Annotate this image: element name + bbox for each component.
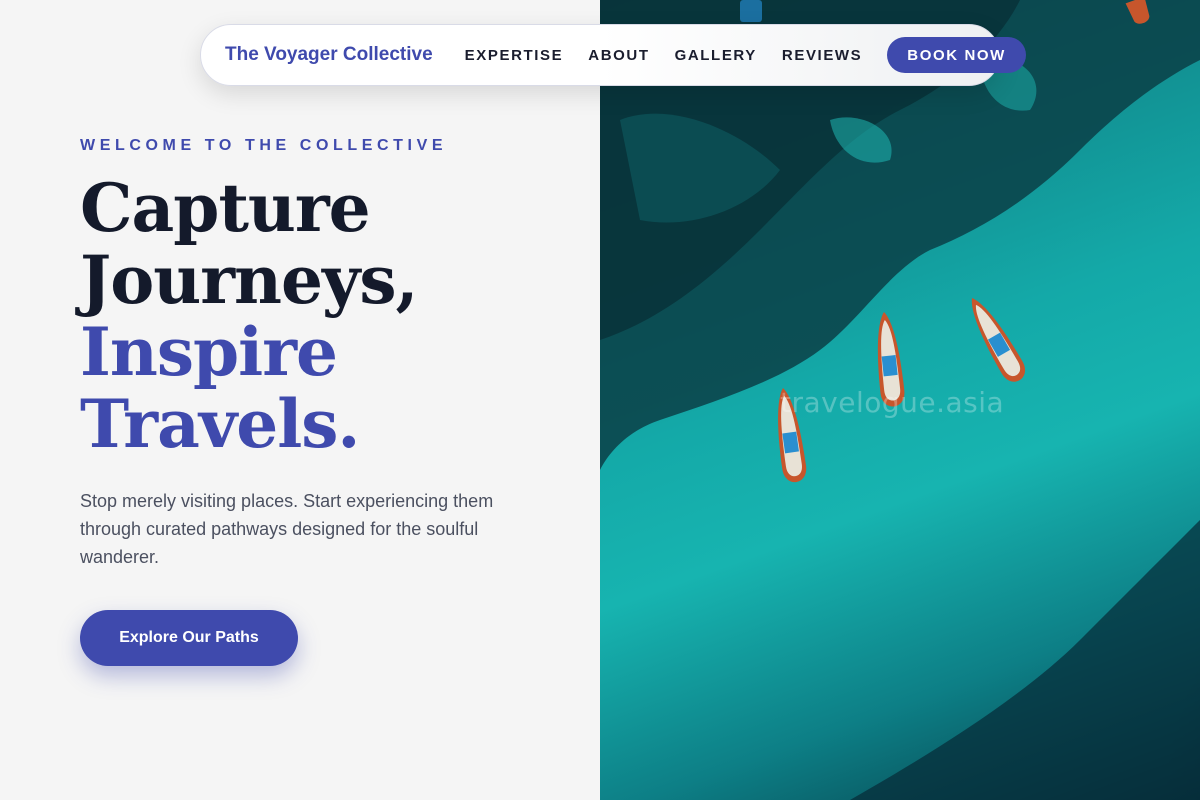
boat-top — [740, 0, 762, 22]
brand-logo-link[interactable]: The Voyager Collective — [225, 44, 433, 66]
nav-links: EXPERTISE ABOUT GALLERY REVIEWS — [465, 47, 888, 64]
explore-paths-button[interactable]: Explore Our Paths — [80, 610, 298, 666]
book-now-button[interactable]: BOOK NOW — [887, 37, 1026, 73]
headline-line-2: Journeys, — [80, 241, 418, 319]
nav-link-reviews[interactable]: REVIEWS — [782, 47, 862, 64]
image-watermark: travelogue.asia — [780, 386, 1005, 419]
headline-accent-line-1: Inspire — [80, 313, 338, 391]
hero-headline: Capture Journeys, Inspire Travels. — [80, 169, 418, 463]
headline-accent-line-2: Travels. — [80, 385, 360, 463]
nav-link-about[interactable]: ABOUT — [588, 47, 649, 64]
hero-eyebrow: WELCOME TO THE COLLECTIVE — [80, 137, 448, 154]
top-navbar: The Voyager Collective EXPERTISE ABOUT G… — [200, 24, 1026, 86]
boat-3 — [971, 298, 1026, 382]
hero-description: Stop merely visiting places. Start exper… — [80, 491, 494, 567]
headline-line-1: Capture — [80, 169, 371, 247]
nav-link-gallery[interactable]: GALLERY — [675, 47, 757, 64]
nav-link-expertise[interactable]: EXPERTISE — [465, 47, 564, 64]
